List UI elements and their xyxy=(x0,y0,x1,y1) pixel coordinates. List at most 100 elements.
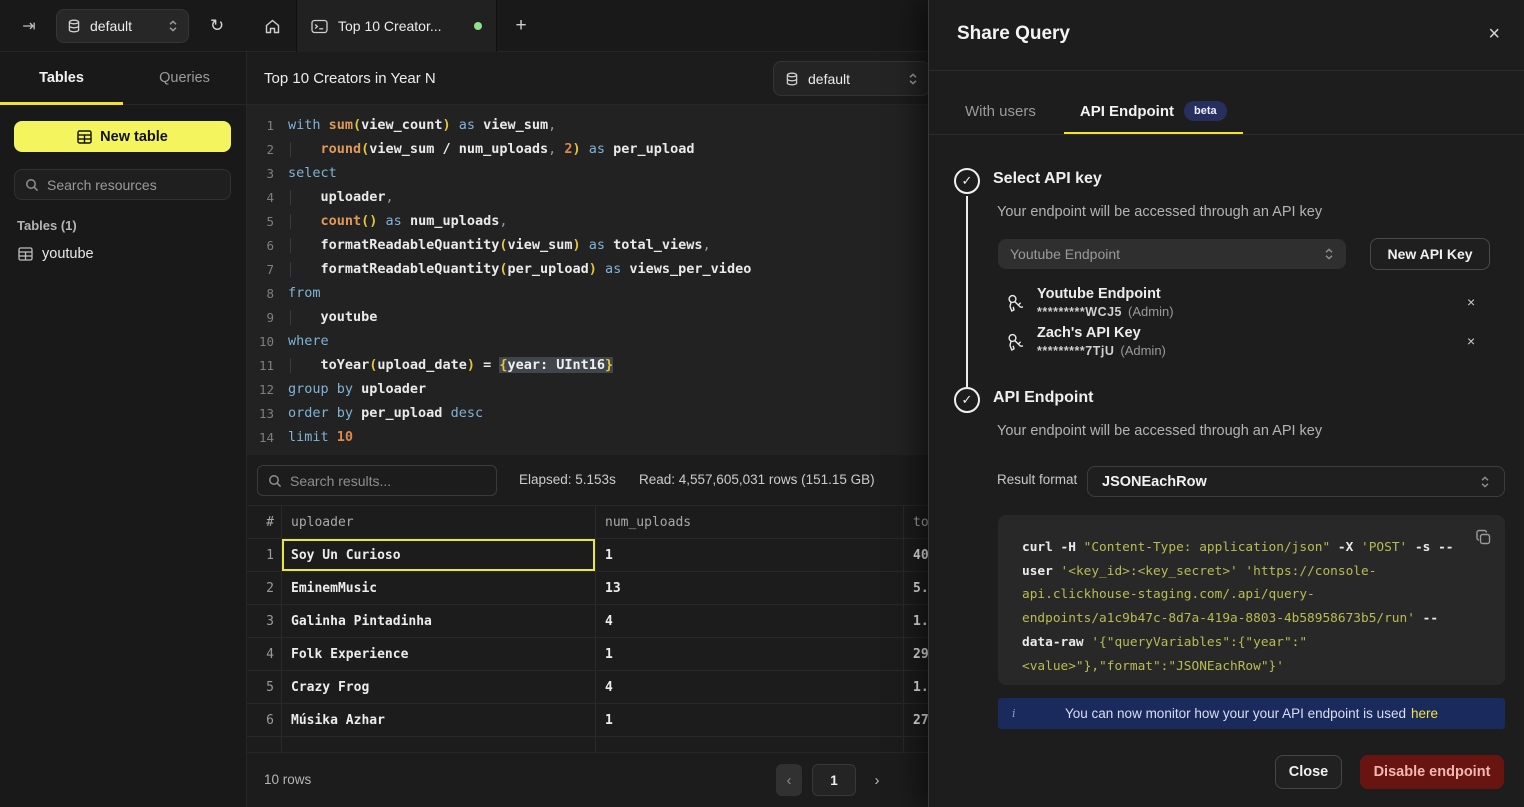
monitor-here-link[interactable]: here xyxy=(1411,706,1438,721)
home-icon xyxy=(264,18,281,35)
api-endpoint-description: Your endpoint will be accessed through a… xyxy=(997,423,1322,439)
copy-icon[interactable] xyxy=(1475,529,1492,546)
sidebar: Tables Queries New table Search resource… xyxy=(0,52,247,807)
pagination-next-button[interactable]: › xyxy=(864,764,890,796)
api-key-name: Youtube Endpoint xyxy=(1037,286,1161,302)
remove-key-icon[interactable]: × xyxy=(1467,333,1475,349)
search-results-placeholder: Search results... xyxy=(290,473,391,489)
cell-uploader[interactable]: Músika Azhar xyxy=(282,704,596,736)
step-check-icon: ✓ xyxy=(954,387,980,413)
cell-num-uploads[interactable]: 1 xyxy=(596,638,904,670)
panel-title: Share Query xyxy=(957,23,1070,45)
new-table-label: New table xyxy=(100,129,168,145)
api-key-name: Zach's API Key xyxy=(1037,325,1141,341)
tab-api-endpoint-label: API Endpoint xyxy=(1080,103,1174,120)
database-selector[interactable]: default xyxy=(56,9,189,43)
tab-api-endpoint[interactable]: API Endpoint beta xyxy=(1064,88,1243,134)
new-tab-button[interactable]: + xyxy=(497,0,545,52)
share-query-panel: Share Query × With users API Endpoint be… xyxy=(928,0,1524,807)
remove-key-icon[interactable]: × xyxy=(1467,294,1475,310)
sidebar-tabs: Tables Queries xyxy=(0,52,246,105)
new-api-key-button[interactable]: New API Key xyxy=(1370,238,1490,270)
panel-tabs: With users API Endpoint beta xyxy=(965,88,1243,134)
search-icon xyxy=(268,474,282,488)
row-index[interactable]: 4 xyxy=(247,638,282,670)
row-index[interactable]: 3 xyxy=(247,605,282,637)
line-number: 10 xyxy=(247,334,274,349)
line-number: 3 xyxy=(247,166,274,181)
cell-num-uploads[interactable]: 4 xyxy=(596,671,904,703)
tab-with-users[interactable]: With users xyxy=(965,103,1036,120)
cell-uploader[interactable]: Crazy Frog xyxy=(282,671,596,703)
row-index[interactable]: 2 xyxy=(247,572,282,604)
api-key-item: Zach's API Key *********7TjU(Admin) × xyxy=(1005,325,1505,363)
monitor-info-banner: i You can now monitor how your your API … xyxy=(998,698,1505,729)
refresh-icon[interactable]: ↻ xyxy=(203,12,231,40)
tab-strip: Top 10 Creator... + xyxy=(248,0,545,52)
api-endpoint-heading: API Endpoint xyxy=(993,389,1093,407)
pagination-prev-button[interactable]: ‹ xyxy=(776,764,802,796)
cell-uploader[interactable]: Folk Experience xyxy=(282,638,596,670)
result-format-select[interactable]: JSONEachRow xyxy=(1087,466,1505,497)
key-icon xyxy=(1005,292,1027,314)
step-check-icon: ✓ xyxy=(954,168,980,194)
search-resources-placeholder: Search resources xyxy=(47,177,157,193)
tab-queries[interactable]: Queries xyxy=(123,52,246,104)
row-index[interactable]: 6 xyxy=(247,704,282,736)
chevron-updown-icon xyxy=(1324,247,1334,261)
cell-uploader[interactable]: Galinha Pintadinha xyxy=(282,605,596,637)
collapse-sidebar-icon[interactable]: ⇥ xyxy=(16,13,42,39)
cell-num-uploads[interactable]: 4 xyxy=(596,605,904,637)
new-table-button[interactable]: New table xyxy=(14,121,231,152)
sidebar-item-youtube[interactable]: youtube xyxy=(14,240,231,268)
api-key-item: Youtube Endpoint *********WCJ5(Admin) × xyxy=(1005,286,1505,324)
chevron-updown-icon xyxy=(1480,475,1490,489)
search-results-input[interactable]: Search results... xyxy=(257,465,497,496)
home-button[interactable] xyxy=(248,0,296,52)
tab-tables[interactable]: Tables xyxy=(0,52,123,104)
close-button[interactable]: Close xyxy=(1275,755,1342,789)
row-index[interactable]: 1 xyxy=(247,539,282,571)
line-number: 1 xyxy=(247,118,274,133)
database-icon xyxy=(785,72,799,86)
search-resources-input[interactable]: Search resources xyxy=(14,169,231,200)
cell-uploader[interactable]: EminemMusic xyxy=(282,572,596,604)
search-icon xyxy=(25,178,39,192)
table-grid-icon xyxy=(77,130,92,144)
row-index[interactable]: 5 xyxy=(247,671,282,703)
api-key-role: (Admin) xyxy=(1128,304,1174,319)
col-header-num-uploads[interactable]: num_uploads xyxy=(596,506,904,538)
col-header-index[interactable]: # xyxy=(247,506,282,538)
curl-command[interactable]: curl -H "Content-Type: application/json"… xyxy=(1022,536,1459,678)
elapsed-time: Elapsed: 5.153s xyxy=(519,472,616,487)
api-key-masked: *********WCJ5(Admin) xyxy=(1037,304,1174,319)
stepper-line xyxy=(966,196,968,387)
rows-read: Read: 4,557,605,031 rows (151.15 GB) xyxy=(639,472,875,487)
line-number: 11 xyxy=(247,358,274,373)
api-key-select-value: Youtube Endpoint xyxy=(1010,246,1120,262)
line-number: 7 xyxy=(247,262,274,277)
editor-database-selector[interactable]: default xyxy=(773,61,930,96)
cell-uploader[interactable]: Soy Un Curioso xyxy=(282,539,596,571)
api-key-select[interactable]: Youtube Endpoint xyxy=(998,239,1346,269)
query-title: Top 10 Creators in Year N xyxy=(264,70,436,87)
cell-num-uploads[interactable]: 13 xyxy=(596,572,904,604)
line-number: 4 xyxy=(247,190,274,205)
tab-top-10-creators[interactable]: Top 10 Creator... xyxy=(296,0,497,52)
row-count: 10 rows xyxy=(264,772,311,787)
line-number: 6 xyxy=(247,238,274,253)
close-icon[interactable]: × xyxy=(1488,24,1500,44)
database-icon xyxy=(67,19,81,33)
api-key-masked: *********7TjU(Admin) xyxy=(1037,343,1166,358)
cell-num-uploads[interactable]: 1 xyxy=(596,704,904,736)
line-number: 14 xyxy=(247,430,274,445)
pagination-current-page[interactable]: 1 xyxy=(812,764,856,796)
disable-endpoint-button[interactable]: Disable endpoint xyxy=(1360,755,1504,789)
col-header-uploader[interactable]: uploader xyxy=(282,506,596,538)
tables-section-label: Tables (1) xyxy=(17,218,77,233)
key-icon xyxy=(1005,331,1027,353)
unsaved-status-dot xyxy=(474,22,482,30)
curl-command-block: curl -H "Content-Type: application/json"… xyxy=(998,515,1505,685)
cell-num-uploads[interactable]: 1 xyxy=(596,539,904,571)
api-key-role: (Admin) xyxy=(1120,343,1166,358)
